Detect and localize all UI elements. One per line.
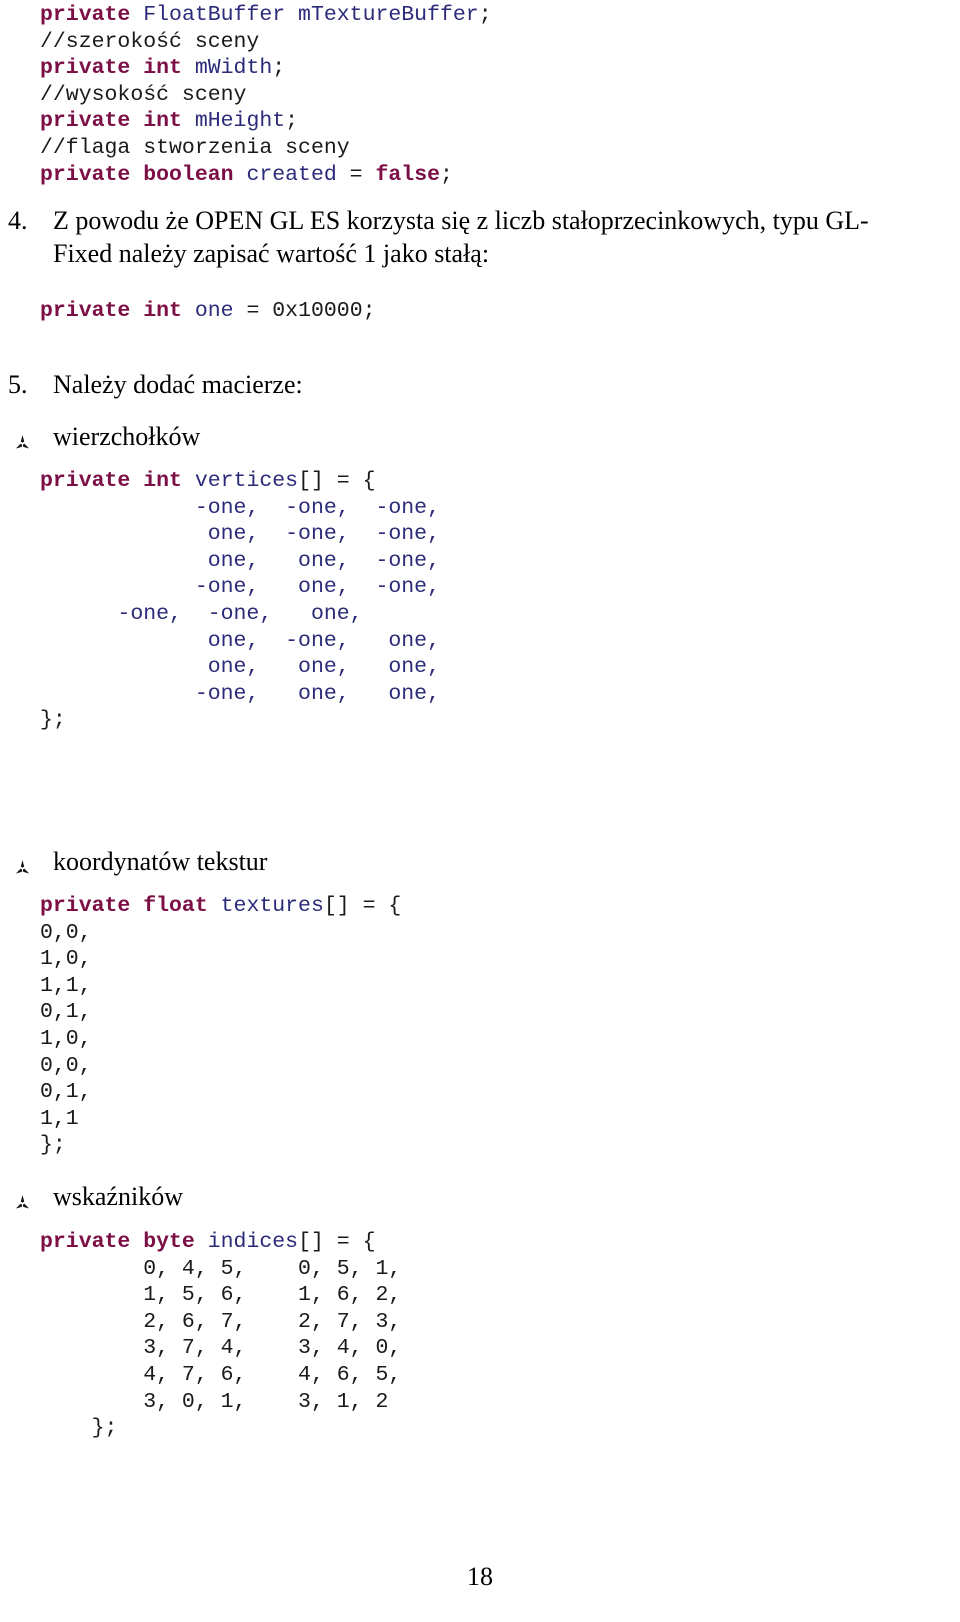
page-number: 18 [467, 1562, 493, 1591]
tripod-bullet-icon [14, 423, 40, 456]
code-token: vertices [194, 469, 299, 493]
document-page: private FloatBuffer mTextureBuffer; //sz… [0, 0, 960, 1622]
list-item-5-text: Należy dodać macierze: [53, 370, 303, 399]
code-token: private boolean [40, 162, 234, 187]
code-token: -one, one, one, [40, 681, 440, 706]
code-token: 0x10000 [272, 299, 363, 323]
code-token: -one, one, -one, [40, 575, 440, 600]
bullet-item-textures-label: koordynatów tekstur [53, 847, 268, 876]
code-token: false [375, 162, 441, 187]
list-item-5: 5. Należy dodać macierze: [8, 368, 888, 401]
code-token: one [194, 299, 234, 323]
code-token: 1,0, [40, 947, 92, 972]
list-item-4: 4. Z powodu że OPEN GL ES korzysta się z… [8, 204, 913, 270]
code-token: private float [40, 894, 208, 918]
code-token: indices [207, 1230, 299, 1254]
tripod-bullet-icon [14, 1183, 40, 1216]
code-token: ; [285, 109, 299, 134]
code-token: textures [220, 894, 324, 918]
code-token: 0, 4, 5, 0, 5, 1, [40, 1256, 402, 1281]
code-token: FloatBuffer mTextureBuffer [143, 3, 479, 27]
code-token: = [233, 299, 273, 323]
bullet-item-vertices: wierzchołków [8, 420, 508, 453]
code-token: ; [440, 162, 453, 187]
code-token: ; [272, 56, 286, 81]
code-token: = [336, 162, 376, 187]
code-token: [] = { [298, 1230, 376, 1254]
code-token: 0,0, [40, 920, 92, 945]
code-token: one, -one, -one, [40, 522, 440, 547]
code-token: one, one, -one, [40, 548, 440, 573]
code-token: mWidth [194, 56, 273, 81]
code-token: //szerokość sceny [40, 29, 260, 54]
code-token: 1,1 [40, 1106, 79, 1131]
code-token: 4, 7, 6, 4, 6, 5, [40, 1362, 402, 1387]
list-item-4-text: Z powodu że OPEN GL ES korzysta się z li… [53, 206, 869, 268]
code-block-textures: private float textures[] = { 0,0, 1,0, 1… [40, 893, 401, 1159]
code-block-one-constant: private int one = 0x10000; [40, 298, 376, 325]
code-token: 2, 6, 7, 2, 7, 3, [40, 1309, 402, 1334]
code-token: //flaga stworzenia sceny [40, 135, 350, 160]
code-token: 3, 0, 1, 3, 1, 2 [40, 1389, 389, 1414]
code-token: created [246, 162, 337, 187]
code-token: 1,0, [40, 1026, 92, 1051]
bullet-item-indices: wskaźników [8, 1180, 508, 1213]
code-block-indices: private byte indices[] = { 0, 4, 5, 0, 5… [40, 1229, 401, 1442]
code-block-fields: private FloatBuffer mTextureBuffer; //sz… [40, 2, 492, 188]
code-token: ; [362, 299, 376, 323]
code-token: mHeight [194, 109, 286, 134]
code-token: private int [40, 469, 182, 493]
code-token: }; [40, 1416, 118, 1441]
code-token: 1, 5, 6, 1, 6, 2, [40, 1283, 402, 1308]
code-token: -one, -one, one, [40, 601, 363, 626]
code-token: 0,0, [40, 1053, 92, 1078]
bullet-item-textures: koordynatów tekstur [8, 845, 508, 878]
tripod-bullet-icon [14, 848, 40, 881]
code-token: private int [40, 56, 182, 81]
bullet-item-vertices-label: wierzchołków [53, 422, 201, 451]
code-block-vertices: private int vertices[] = { -one, -one, -… [40, 468, 440, 734]
code-token: ; [478, 3, 492, 27]
code-token: 1,1, [40, 973, 92, 998]
bullet-item-indices-label: wskaźników [53, 1182, 183, 1211]
code-token: private int [40, 109, 182, 134]
list-marker-5: 5. [8, 370, 28, 399]
code-token: //wysokość sceny [40, 82, 247, 107]
code-token: 0,1, [40, 1000, 92, 1025]
code-token: 3, 7, 4, 3, 4, 0, [40, 1336, 402, 1361]
code-token: [] = { [298, 469, 376, 493]
code-token: }; [40, 1133, 66, 1158]
list-marker-4: 4. [8, 206, 28, 235]
code-token: one, -one, one, [40, 628, 440, 653]
code-token: [] = { [323, 894, 402, 918]
code-token: one, one, one, [40, 655, 440, 680]
code-token: }; [40, 708, 66, 733]
code-token: private [40, 3, 131, 27]
code-token: 0,1, [40, 1080, 92, 1105]
code-token: private byte [40, 1230, 195, 1254]
code-token: private int [40, 299, 182, 323]
code-token: -one, -one, -one, [40, 495, 440, 520]
